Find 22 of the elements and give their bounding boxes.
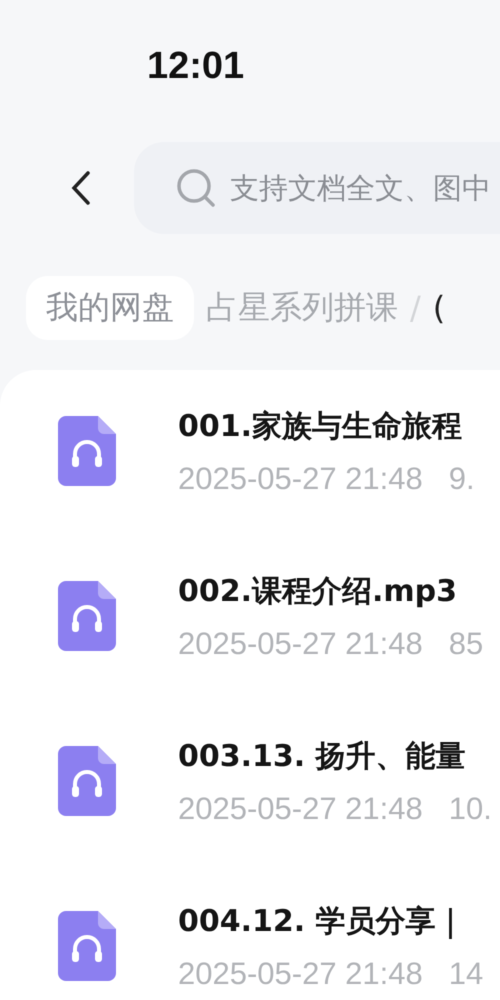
search-field[interactable]: 支持文档全文、图中 (134, 142, 500, 234)
file-date: 2025-05-27 21:48 (178, 791, 423, 827)
search-icon (176, 168, 216, 208)
file-size: 10. (448, 791, 492, 827)
file-name[interactable]: 003.13. 扬升、能量 (178, 736, 492, 777)
breadcrumb-separator: / (410, 289, 421, 327)
audio-file-icon (58, 416, 116, 486)
audio-file-icon (58, 581, 116, 651)
file-size: 85 (448, 626, 484, 662)
file-name[interactable]: 001.家族与生命旅程 (178, 406, 475, 447)
status-time: 12:01 (147, 44, 244, 88)
file-size: 9. (448, 461, 475, 497)
file-date: 2025-05-27 21:48 (178, 626, 423, 662)
file-name[interactable]: 002.课程介绍.mp3 (178, 571, 484, 612)
breadcrumb-item[interactable]: ( (432, 289, 446, 327)
audio-file-icon (58, 746, 116, 816)
file-date: 2025-05-27 21:48 (178, 956, 423, 992)
file-size: 14 (448, 956, 484, 992)
file-name[interactable]: 004.12. 学员分享｜ (178, 901, 484, 942)
search-input[interactable]: 支持文档全文、图中 (230, 171, 500, 205)
file-date: 2025-05-27 21:48 (178, 461, 423, 497)
audio-file-icon (58, 911, 116, 981)
